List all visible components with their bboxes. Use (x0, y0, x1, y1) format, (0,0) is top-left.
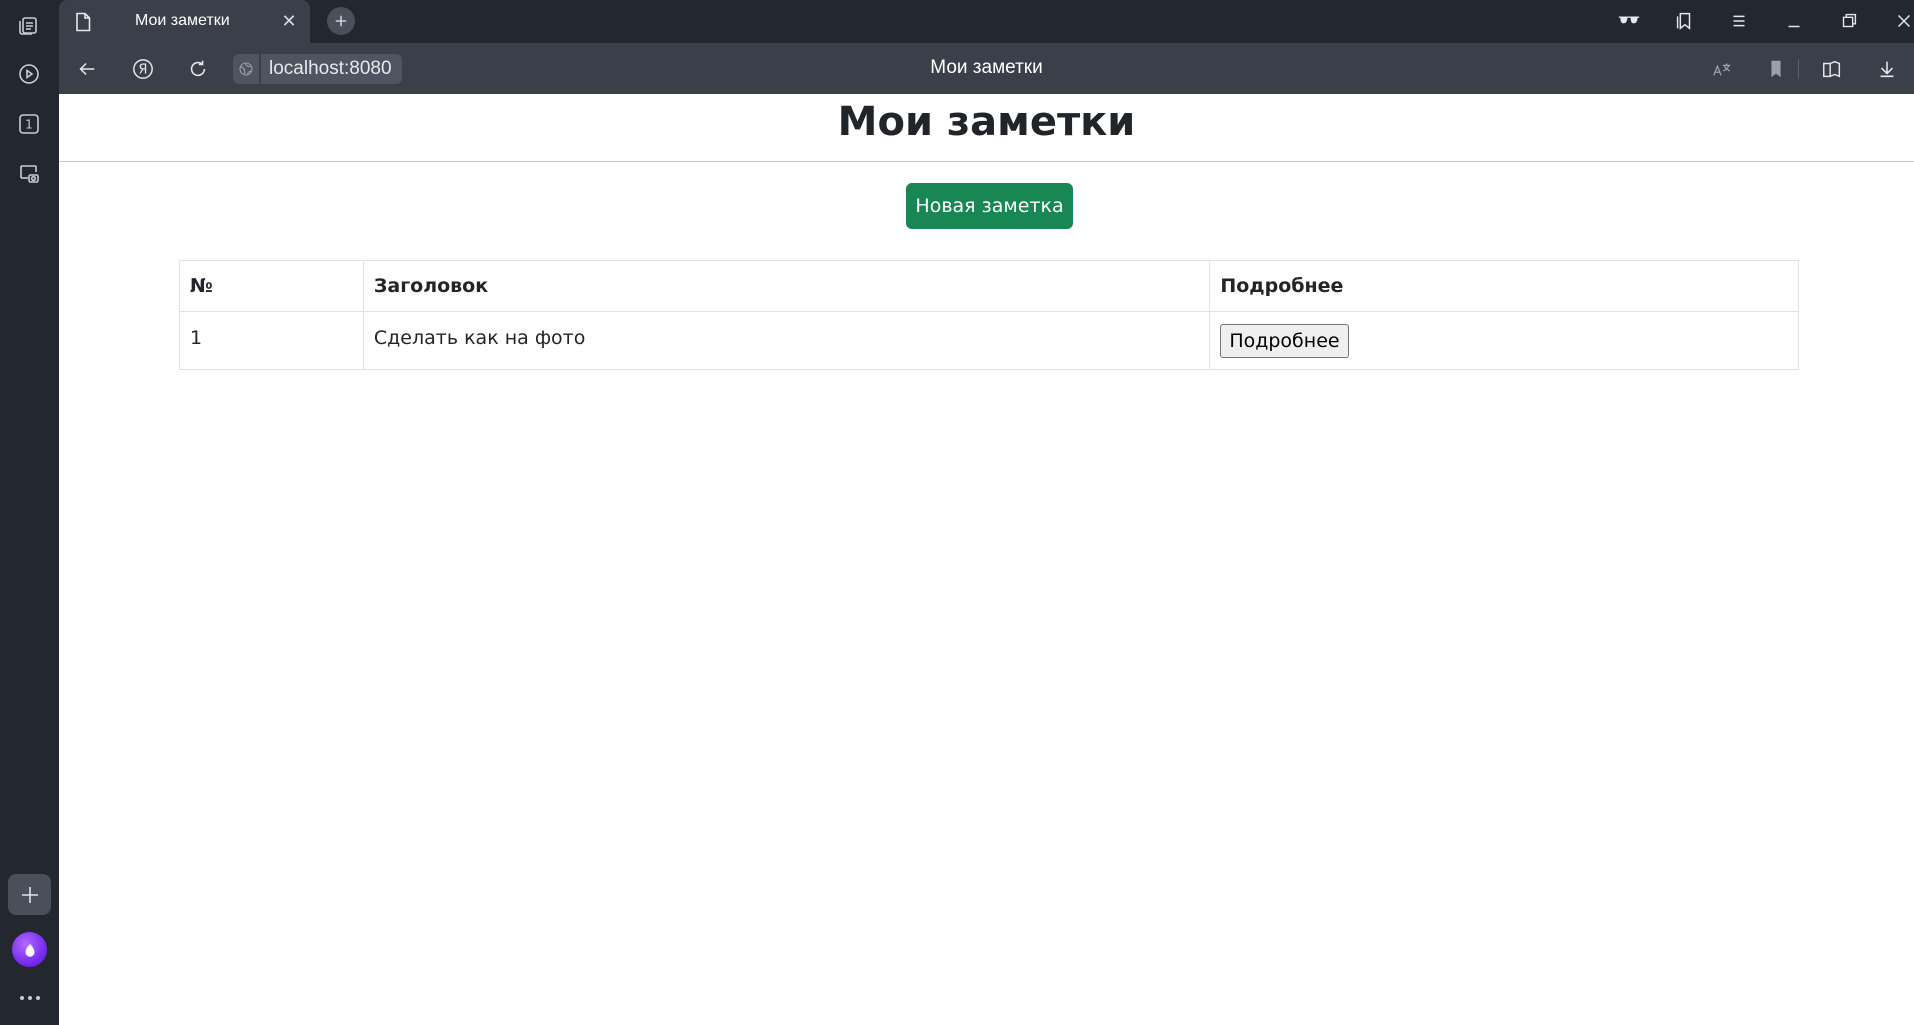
collections-icon[interactable] (1669, 8, 1699, 34)
url-text[interactable]: localhost:8080 (261, 54, 402, 84)
tab-counter-icon[interactable]: 1 (10, 105, 48, 143)
column-header-number: № (179, 260, 364, 312)
download-icon[interactable] (1873, 55, 1901, 83)
table-header-row: № Заголовок Подробнее (179, 260, 1799, 312)
document-icon (76, 12, 91, 32)
table-row: 1 Сделать как на фото Подробнее (179, 311, 1799, 370)
collections-save-icon[interactable] (1818, 55, 1846, 83)
minimize-icon[interactable] (1779, 8, 1809, 34)
column-header-details: Подробнее (1209, 260, 1799, 312)
new-note-button[interactable]: Новая заметка (906, 183, 1073, 229)
more-icon[interactable] (14, 988, 46, 1008)
toolbar-separator (1798, 59, 1799, 79)
tab-title: Мои заметки (135, 12, 230, 29)
tabs-panel-icon[interactable] (10, 6, 48, 44)
new-tab-button[interactable] (327, 7, 355, 35)
reload-icon[interactable] (184, 55, 212, 83)
bookmark-icon[interactable] (1762, 55, 1790, 83)
tab-close-icon[interactable]: ✕ (279, 11, 299, 32)
back-arrow-icon[interactable] (73, 55, 101, 83)
address-bar[interactable]: localhost:8080 (233, 54, 402, 84)
restore-icon[interactable] (1834, 8, 1864, 34)
note-title: Сделать как на фото (362, 311, 1211, 370)
close-window-icon[interactable] (1889, 8, 1914, 34)
notes-table: № Заголовок Подробнее 1 Сделать как на ф… (179, 260, 1799, 370)
screenshot-icon[interactable] (10, 155, 48, 193)
column-header-title: Заголовок (362, 260, 1211, 312)
plus-icon (335, 15, 347, 27)
plus-icon (21, 886, 38, 903)
details-button[interactable]: Подробнее (1220, 323, 1349, 358)
page-heading: Мои заметки (837, 99, 1136, 145)
note-action-cell: Подробнее (1209, 311, 1799, 370)
svg-text:Я: Я (139, 63, 148, 78)
translate-icon[interactable] (1708, 55, 1736, 83)
address-toolbar: Я localhost:8080 Мои заметки (59, 43, 1914, 94)
reader-glasses-icon[interactable] (1614, 8, 1644, 34)
tab-counter-value: 1 (25, 118, 33, 132)
web-page: Мои заметки Новая заметка № Заголовок По… (59, 94, 1914, 1025)
menu-icon[interactable] (1724, 8, 1754, 34)
yandex-home-icon[interactable]: Я (129, 55, 157, 83)
video-play-icon[interactable] (10, 55, 48, 93)
page-header: Мои заметки (59, 94, 1914, 162)
alice-assistant-icon[interactable] (12, 932, 47, 967)
note-number: 1 (179, 311, 364, 370)
tab-active[interactable]: Мои заметки ✕ (59, 0, 310, 43)
add-panel-button[interactable] (8, 874, 51, 915)
tab-strip: Мои заметки ✕ (59, 0, 1914, 43)
site-info-icon[interactable] (233, 54, 259, 84)
browser-sidebar: 1 (0, 0, 59, 1025)
